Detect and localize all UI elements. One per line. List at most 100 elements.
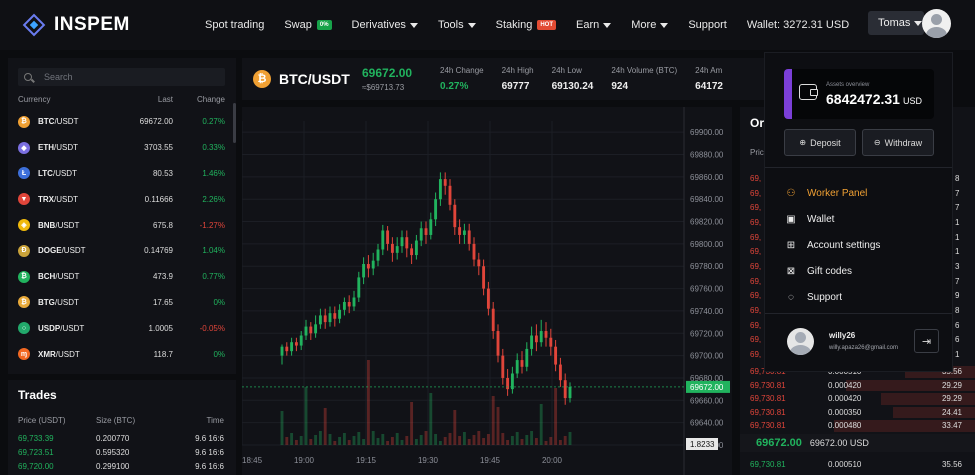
order-total: 8	[955, 173, 960, 183]
ltc-icon: Ł	[18, 167, 30, 180]
header-last[interactable]: Last	[128, 95, 173, 104]
market-quote: /USDT	[60, 323, 85, 333]
stat-value: 69130.24	[551, 81, 594, 92]
x-tick-label: 19:45	[480, 456, 501, 465]
nav-item-derivatives[interactable]: Derivatives	[352, 19, 418, 31]
candle-body	[304, 326, 308, 336]
ticker-pair[interactable]: BTC/USDT	[279, 71, 362, 87]
orderbook-row[interactable]: 69,730.81 0.000420 29.29	[740, 379, 975, 393]
volume-bar	[347, 440, 351, 445]
orderbook-row[interactable]: 69,730.81 0.000420 29.29	[740, 392, 975, 406]
menu-label: Account settings	[807, 239, 881, 251]
candle-body	[400, 237, 404, 247]
order-total: 35.56	[941, 460, 962, 470]
market-row-eth[interactable]: ◆ ETH/USDT 3703.55 0.33%	[18, 135, 225, 161]
market-last: 17.65	[152, 297, 173, 307]
market-row-bch[interactable]: ₿ BCH/USDT 473.9 0.77%	[18, 264, 225, 290]
main-nav: Spot trading Swap 0% Derivatives Tools Stakin…	[205, 0, 747, 50]
avatar[interactable]	[922, 9, 951, 38]
wallet-balance[interactable]: Wallet: 3272.31 USD	[747, 19, 849, 31]
nav-item-staking[interactable]: Staking HOT	[496, 19, 556, 31]
volume-bar	[280, 411, 284, 445]
volume-bar	[482, 438, 486, 445]
candlestick-chart[interactable]: 69900.00 69880.00 69860.00 69840.00 69820.00…	[242, 107, 732, 475]
header-change[interactable]: Change	[173, 95, 225, 104]
candle-body	[448, 185, 452, 205]
order-total: 29.29	[941, 380, 962, 390]
market-row-xmr[interactable]: ɱ XMR/USDT 118.7 0%	[18, 341, 225, 367]
nav-item-tools[interactable]: Tools	[438, 19, 476, 31]
ticker-stat: 24h High 69777	[502, 66, 534, 92]
trade-price: 69,723.51	[18, 447, 54, 457]
ticker-stat: 24h Volume (BTC) 924	[611, 66, 677, 92]
volume-bar	[501, 433, 505, 445]
stat-label: 24h Change	[440, 66, 484, 75]
trade-time: 9.6 16:6	[195, 433, 224, 443]
market-quote: /USDT	[54, 143, 78, 153]
market-pair: TRX/USDT	[38, 195, 128, 204]
ticker-price: 69672.00 ≈$69713.73	[362, 66, 440, 92]
withdraw-button[interactable]: ⊖ Withdraw	[862, 129, 934, 156]
trade-time: 9.6 16:6	[195, 447, 224, 457]
markets-scrollbar[interactable]	[233, 103, 236, 143]
volume-bar	[462, 432, 466, 445]
ticker-stats: 24h Change 0.27% 24h High 69777 24h Low 69130…	[440, 66, 741, 92]
ticker-usd-price: ≈$69713.73	[362, 83, 405, 92]
nav-item-swap[interactable]: Swap 0%	[284, 19, 332, 31]
top-navbar: INSPEM Spot trading Swap 0% Derivatives Tool…	[0, 0, 975, 50]
logout-button[interactable]: ⇥	[914, 329, 939, 353]
market-base: XMR	[38, 349, 56, 359]
user-name: Tomas	[878, 17, 911, 29]
orderbook-row[interactable]: 69,730.81 0.000510 35.56	[740, 458, 975, 472]
candle-body	[486, 288, 490, 309]
menu-item-support[interactable]: ◌ Support	[785, 284, 945, 310]
volume-bar	[434, 434, 438, 445]
search-input[interactable]	[44, 72, 214, 82]
market-row-usdp[interactable]: ○ USDP/USDT 1.0005 -0.05%	[18, 315, 225, 341]
market-row-bnb[interactable]: ◈ BNB/USDT 675.8 -1.27%	[18, 212, 225, 238]
header-currency[interactable]: Currency	[18, 95, 128, 104]
menu-item-account-settings[interactable]: ⊞ Account settings	[785, 233, 945, 259]
brand[interactable]: INSPEM	[22, 13, 196, 37]
volume-bar	[333, 441, 337, 445]
candle-body	[342, 301, 346, 310]
btc-icon: ₿	[253, 70, 271, 88]
market-row-ltc[interactable]: Ł LTC/USDT 80.53 1.46%	[18, 161, 225, 187]
orderbook-row[interactable]: 69,730.81 0.000350 24.41	[740, 406, 975, 420]
market-row-trx[interactable]: ▼ TRX/USDT 0.11666 2.26%	[18, 186, 225, 212]
nav-item-spot-trading[interactable]: Spot trading	[205, 19, 264, 31]
stat-label: 24h High	[501, 66, 534, 75]
nav-label: Swap	[284, 19, 312, 31]
menu-item-wallet[interactable]: ▣ Wallet	[785, 207, 945, 233]
menu-item-worker-panel[interactable]: ⚇ Worker Panel	[785, 181, 945, 207]
ticker-stat: 24h Am 64172	[695, 66, 723, 92]
market-row-xlm[interactable]: ✦XLM/USDT0.09050.25%	[18, 367, 225, 374]
market-row-btg[interactable]: ₿ BTG/USDT 17.65 0%	[18, 290, 225, 316]
volume-bar	[477, 431, 481, 445]
search-box[interactable]	[18, 68, 225, 86]
menu-item-gift-codes[interactable]: ⊠ Gift codes	[785, 258, 945, 284]
orderbook-row[interactable]: 69,730.81 0.000480 33.47	[740, 419, 975, 433]
trades-list: 69,733.39 0.200770 9.6 16:6 69,723.51 0.5953…	[18, 431, 224, 473]
user-menu-button[interactable]: Tomas	[868, 11, 924, 35]
candle-body	[477, 259, 481, 267]
assets-value: 6842472.31 USD	[826, 91, 922, 107]
stat-value: 64172	[695, 81, 723, 92]
market-row-btc[interactable]: ₿ BTC/USDT 69672.00 0.27%	[18, 109, 225, 135]
candle-body	[362, 264, 366, 278]
markets-list: ₿ BTC/USDT 69672.00 0.27% ◆ ETH/USDT 3703.55 0.…	[18, 109, 225, 374]
price-chart[interactable]: 69900.00 69880.00 69860.00 69840.00 69820.00…	[242, 107, 732, 475]
deposit-button[interactable]: ⊕ Deposit	[784, 129, 856, 156]
nav-item-more[interactable]: More	[631, 19, 669, 31]
order-amount: 0.000420	[828, 394, 862, 404]
volume-bar	[568, 432, 572, 445]
x-tick-label: 19:30	[418, 456, 439, 465]
volume-bar	[410, 402, 414, 445]
market-quote: /USDT	[54, 297, 79, 307]
market-row-doge[interactable]: Ð DOGE/USDT 0.14769 1.04%	[18, 238, 225, 264]
volume-bar	[424, 431, 428, 445]
volume-bar	[515, 432, 519, 445]
nav-item-support[interactable]: Support	[688, 19, 727, 31]
nav-item-earn[interactable]: Earn	[576, 19, 612, 31]
candle-body	[458, 227, 462, 235]
